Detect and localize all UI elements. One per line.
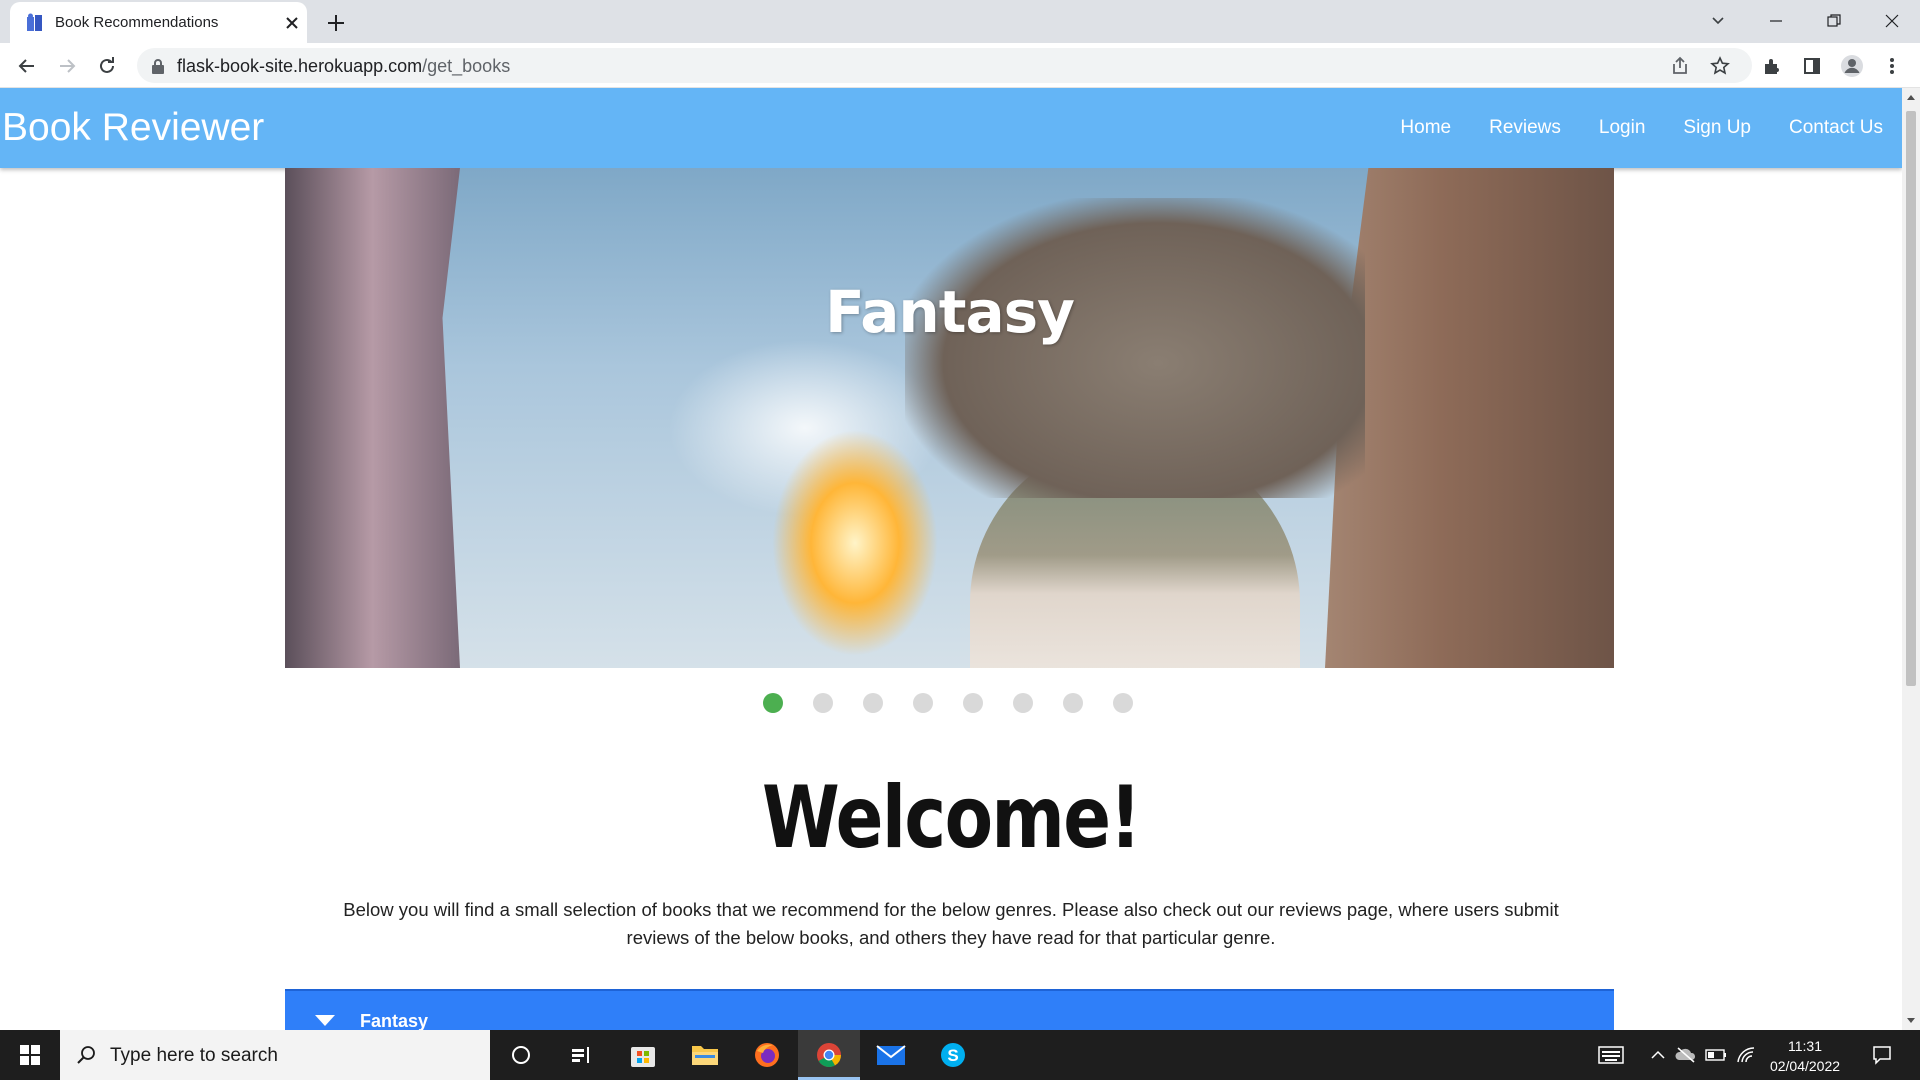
- close-window-icon[interactable]: [1872, 6, 1912, 36]
- windows-logo-icon: [20, 1045, 40, 1065]
- page-viewport: Book Reviewer Home Reviews Login Sign Up…: [0, 88, 1902, 1030]
- url-path: /get_books: [422, 56, 511, 76]
- url-host: flask-book-site.herokuapp.com: [177, 56, 423, 76]
- slider-dot[interactable]: [1013, 693, 1033, 713]
- slider-dot[interactable]: [1113, 693, 1133, 713]
- slider-dot[interactable]: [963, 693, 983, 713]
- slider-dot[interactable]: [863, 693, 883, 713]
- slide-image-building-right: [1325, 168, 1614, 668]
- site-navbar: Book Reviewer Home Reviews Login Sign Up…: [0, 88, 1902, 168]
- start-button[interactable]: [0, 1030, 60, 1080]
- clock-time: 11:31: [1788, 1038, 1822, 1054]
- slide-image-dragon: [905, 198, 1365, 498]
- intro-line: Below you will find a small selection of…: [343, 899, 1559, 920]
- share-icon[interactable]: [1665, 51, 1695, 81]
- nav-link-contact-us[interactable]: Contact Us: [1770, 117, 1902, 139]
- battery-icon[interactable]: [1703, 1030, 1729, 1080]
- nav-link-login[interactable]: Login: [1580, 117, 1665, 139]
- taskbar-search-box[interactable]: Type here to search: [60, 1030, 490, 1080]
- keyboard-icon[interactable]: [1593, 1030, 1629, 1080]
- mail-icon[interactable]: [860, 1030, 922, 1080]
- search-placeholder: Type here to search: [110, 1045, 278, 1066]
- browser-tab[interactable]: Book Recommendations: [10, 2, 307, 43]
- skype-icon[interactable]: S: [922, 1030, 984, 1080]
- address-bar[interactable]: flask-book-site.herokuapp.com/get_books: [137, 48, 1752, 83]
- genre-label: Fantasy: [360, 1011, 429, 1030]
- extensions-icon[interactable]: [1757, 51, 1787, 81]
- slider-dot[interactable]: [913, 693, 933, 713]
- show-hidden-icons-chevron-icon[interactable]: [1645, 1030, 1671, 1080]
- genre-collapsible-fantasy[interactable]: Fantasy: [285, 989, 1614, 1030]
- reload-icon[interactable]: [92, 51, 122, 81]
- back-icon[interactable]: [12, 51, 42, 81]
- search-icon: [77, 1046, 95, 1064]
- forward-icon[interactable]: [52, 51, 82, 81]
- lock-icon[interactable]: [151, 58, 165, 74]
- page-scrollbar[interactable]: [1902, 88, 1920, 1030]
- close-tab-icon[interactable]: [280, 11, 304, 35]
- taskbar-clock[interactable]: 11:31 02/04/2022: [1760, 1036, 1850, 1076]
- scroll-down-arrow-icon[interactable]: [1907, 1018, 1915, 1023]
- intro-paragraph: Below you will find a small selection of…: [320, 896, 1582, 952]
- site-brand-logo[interactable]: Book Reviewer: [2, 106, 264, 150]
- onedrive-offline-icon[interactable]: [1673, 1030, 1699, 1080]
- profile-avatar-icon[interactable]: [1837, 51, 1867, 81]
- wifi-icon[interactable]: [1733, 1030, 1759, 1080]
- firefox-icon[interactable]: [736, 1030, 798, 1080]
- task-view-icon[interactable]: [550, 1030, 612, 1080]
- expand-triangle-icon: [315, 1015, 335, 1026]
- cortana-icon[interactable]: [490, 1030, 552, 1080]
- site-favicon-icon: [27, 13, 42, 31]
- slider-dot[interactable]: [813, 693, 833, 713]
- url-text[interactable]: flask-book-site.herokuapp.com/get_books: [177, 56, 510, 77]
- notifications-icon[interactable]: [1862, 1030, 1902, 1080]
- windows-taskbar: Type here to search S 11:31 02/04/2022: [0, 1030, 1920, 1080]
- browser-toolbar: flask-book-site.herokuapp.com/get_books: [0, 43, 1920, 88]
- slide-image-building-left: [285, 168, 460, 668]
- slider-dot[interactable]: [1063, 693, 1083, 713]
- nav-link-sign-up[interactable]: Sign Up: [1664, 117, 1770, 139]
- clock-date: 02/04/2022: [1769, 1058, 1841, 1074]
- nav-link-home[interactable]: Home: [1381, 117, 1470, 139]
- welcome-heading: Welcome!: [762, 768, 1142, 868]
- chrome-menu-icon[interactable]: [1877, 51, 1907, 81]
- nav-link-reviews[interactable]: Reviews: [1470, 117, 1580, 139]
- site-nav-links: Home Reviews Login Sign Up Contact Us: [1381, 88, 1902, 168]
- side-panel-icon[interactable]: [1797, 51, 1827, 81]
- intro-line: reviews of the below books, and others t…: [626, 927, 1276, 948]
- new-tab-icon[interactable]: [322, 9, 350, 37]
- tab-search-icon[interactable]: [1698, 6, 1738, 36]
- browser-tab-strip: Book Recommendations: [0, 0, 1920, 43]
- slide-caption: Fantasy: [825, 278, 1075, 346]
- scroll-up-arrow-icon[interactable]: [1907, 95, 1915, 100]
- file-explorer-icon[interactable]: [674, 1030, 736, 1080]
- svg-text:S: S: [947, 1046, 958, 1065]
- genre-image-slider[interactable]: Fantasy: [285, 168, 1614, 668]
- store-icon[interactable]: [612, 1030, 674, 1080]
- minimize-icon[interactable]: [1756, 6, 1796, 36]
- slider-dot[interactable]: [763, 693, 783, 713]
- chrome-icon[interactable]: [798, 1030, 860, 1080]
- slider-dots: [0, 693, 1902, 713]
- scrollbar-thumb[interactable]: [1906, 111, 1916, 686]
- bookmark-star-icon[interactable]: [1705, 51, 1735, 81]
- restore-icon[interactable]: [1814, 6, 1854, 36]
- tab-title: Book Recommendations: [55, 14, 219, 31]
